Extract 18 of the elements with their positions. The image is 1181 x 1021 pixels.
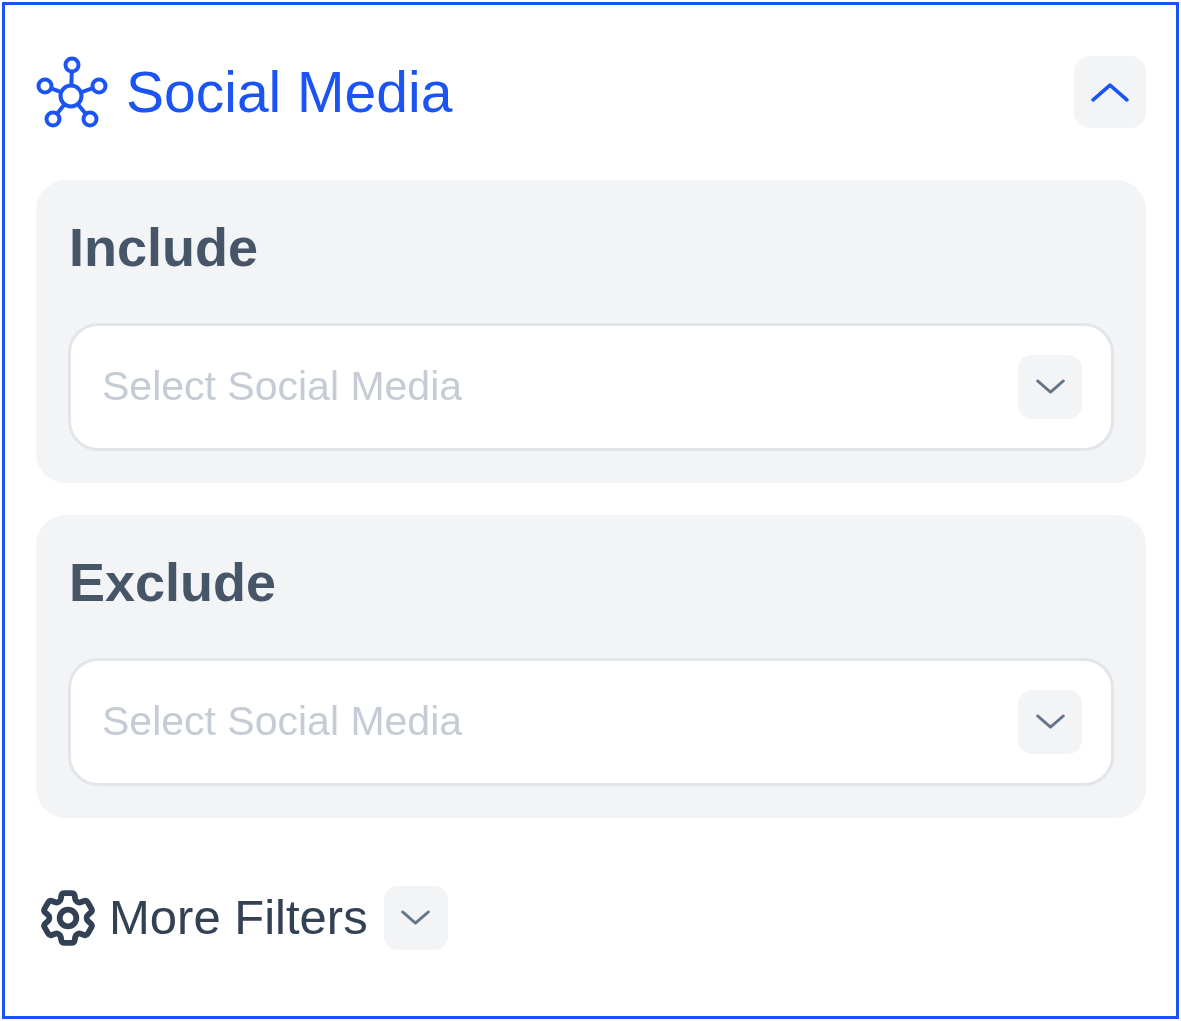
select-field[interactable]: Select Social Media bbox=[68, 322, 1114, 451]
dropdown-button[interactable] bbox=[1018, 689, 1082, 754]
select-input[interactable]: Select Social Media bbox=[102, 361, 998, 412]
chevron-up-icon bbox=[1091, 82, 1129, 102]
select-field[interactable]: Select Social Media bbox=[68, 657, 1114, 786]
collapse-button[interactable] bbox=[1074, 56, 1146, 128]
filter-label: Include bbox=[68, 216, 259, 279]
more-filters-toggle[interactable] bbox=[383, 885, 448, 950]
chevron-down-icon bbox=[1035, 714, 1065, 730]
chevron-down-icon bbox=[401, 910, 431, 926]
section-title: Social Media bbox=[126, 60, 453, 124]
filter-label: Exclude bbox=[68, 550, 277, 614]
dropdown-button[interactable] bbox=[1018, 354, 1082, 419]
network-icon bbox=[36, 56, 108, 128]
more-filters-label: More Filters bbox=[109, 889, 368, 947]
settings-icon bbox=[40, 889, 96, 946]
select-input[interactable]: Select Social Media bbox=[102, 696, 998, 747]
chevron-down-icon bbox=[1035, 379, 1065, 395]
